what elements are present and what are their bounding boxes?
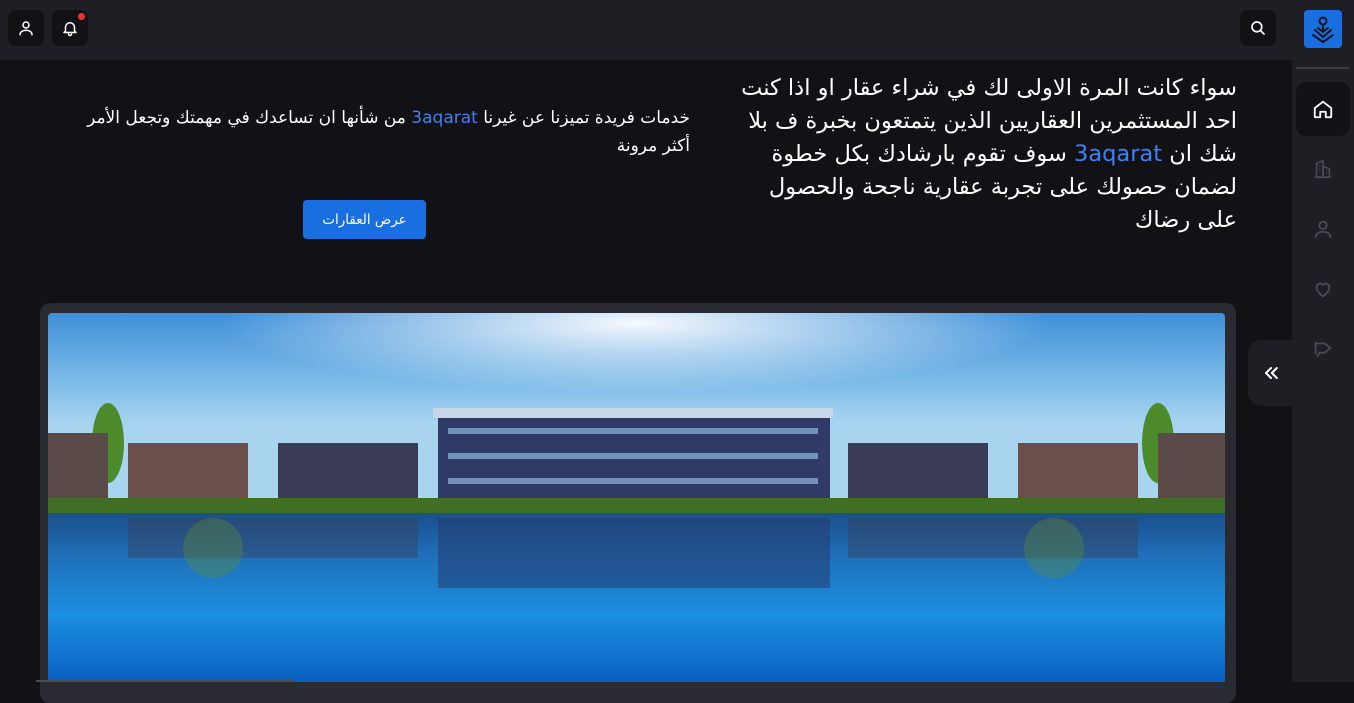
sidebar-item-home[interactable] (1296, 82, 1350, 136)
sidebar-item-favorites[interactable] (1296, 262, 1350, 316)
logo-mark-icon (1312, 16, 1334, 43)
megaphone-icon (1314, 341, 1332, 358)
sidebar-divider (1296, 67, 1350, 69)
hero-headline: سواء كانت المرة الاولى لك في شراء عقار ا… (732, 72, 1237, 237)
brand-name: 3aqarat (411, 108, 478, 128)
chevrons-left-icon (1265, 367, 1278, 379)
heart-icon (1315, 282, 1331, 298)
home-icon (1313, 100, 1333, 119)
sidebar-item-profile[interactable] (1296, 202, 1350, 256)
user-icon (19, 21, 33, 36)
top-bar (0, 0, 1292, 60)
search-icon (1251, 21, 1265, 35)
view-properties-button[interactable]: عرض العقارات (303, 200, 426, 239)
notification-badge (78, 13, 85, 20)
sidebar-item-promotions[interactable] (1296, 322, 1350, 376)
notifications-button[interactable] (52, 10, 88, 46)
search-button[interactable] (1240, 10, 1276, 46)
user-button[interactable] (8, 10, 44, 46)
user-icon (1314, 220, 1332, 239)
sidebar-item-buildings[interactable] (1296, 142, 1350, 196)
hero-image (48, 313, 1225, 682)
bell-icon (63, 22, 77, 37)
hero-subtext: خدمات فريدة تميزنا عن غيرنا 3aqarat من ش… (56, 104, 690, 160)
sidebar (1292, 0, 1354, 682)
brand-name: 3aqarat (1074, 141, 1163, 167)
collapse-sidebar-button[interactable] (1248, 340, 1294, 406)
buildings-icon (1314, 159, 1332, 179)
app-logo[interactable] (1304, 10, 1342, 48)
hero-subtext-start: خدمات فريدة تميزنا عن غيرنا (477, 108, 690, 128)
